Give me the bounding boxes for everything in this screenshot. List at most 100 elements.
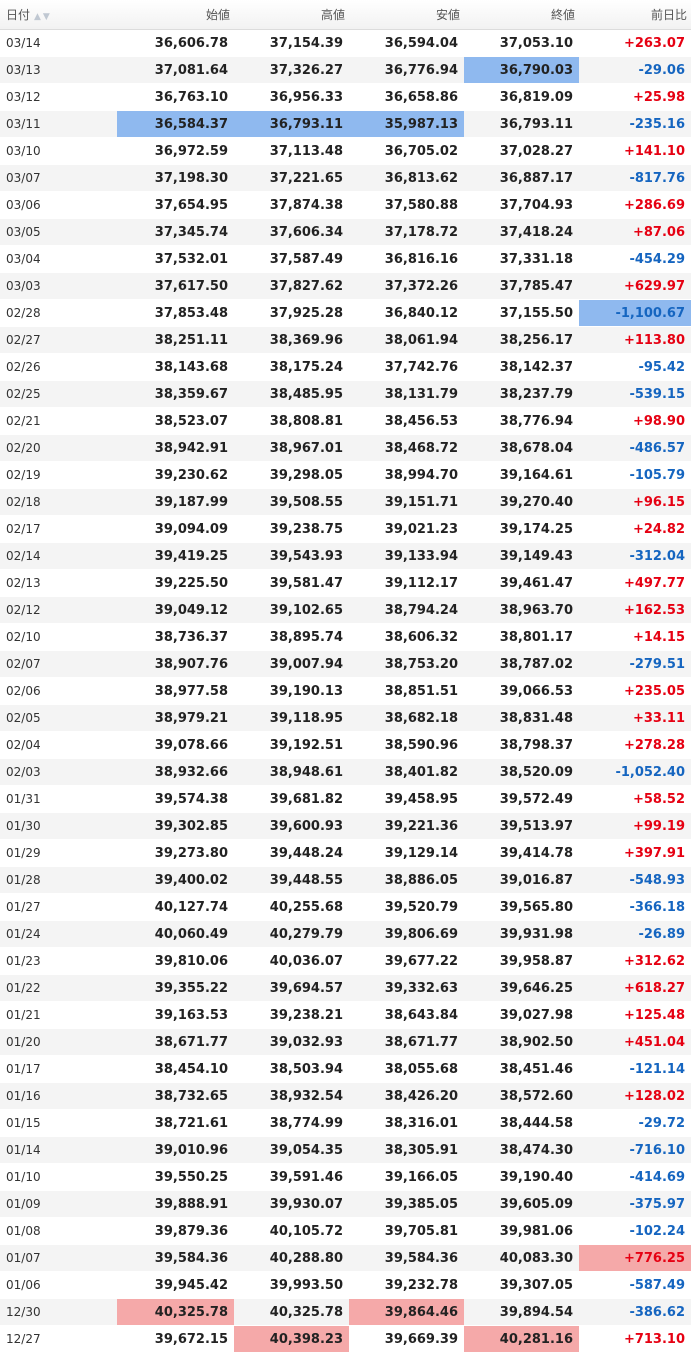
cell-low: 38,851.51 — [349, 677, 464, 705]
cell-open: 37,617.50 — [117, 272, 234, 300]
sort-arrows-icon[interactable]: ▲▼ — [34, 12, 52, 22]
cell-date: 12/27 — [0, 1325, 117, 1353]
cell-change: +312.62 — [579, 947, 691, 975]
cell-date: 02/28 — [0, 299, 117, 327]
cell-high: 38,485.95 — [234, 380, 349, 408]
table-row: 01/08 39,879.36 40,105.72 39,705.81 39,981.0… — [0, 1217, 691, 1245]
cell-date: 01/21 — [0, 1001, 117, 1029]
cell-close: 36,819.09 — [464, 83, 579, 111]
cell-open: 39,400.02 — [117, 866, 234, 894]
cell-low: 36,776.94 — [349, 56, 464, 84]
column-header-open[interactable]: 始値 — [117, 0, 234, 30]
cell-low: 39,129.14 — [349, 839, 464, 867]
cell-open: 37,853.48 — [117, 299, 234, 327]
table-row: 01/06 39,945.42 39,993.50 39,232.78 39,307.0… — [0, 1271, 691, 1299]
cell-open: 40,325.78 — [117, 1298, 234, 1326]
cell-low: 36,813.62 — [349, 164, 464, 192]
column-header-high[interactable]: 高値 — [234, 0, 349, 30]
cell-low: 38,426.20 — [349, 1082, 464, 1110]
cell-open: 38,251.11 — [117, 326, 234, 354]
cell-high: 36,793.11 — [234, 110, 349, 138]
cell-high: 39,298.05 — [234, 461, 349, 489]
cell-close: 38,776.94 — [464, 407, 579, 435]
table-row: 02/10 38,736.37 38,895.74 38,606.32 38,801.1… — [0, 623, 691, 651]
table-row: 03/05 37,345.74 37,606.34 37,178.72 37,418.2… — [0, 218, 691, 246]
column-header-change[interactable]: 前日比 — [579, 0, 691, 30]
cell-low: 39,133.94 — [349, 542, 464, 570]
cell-close: 37,785.47 — [464, 272, 579, 300]
cell-change: -375.97 — [579, 1190, 691, 1218]
cell-low: 39,806.69 — [349, 920, 464, 948]
cell-open: 39,419.25 — [117, 542, 234, 570]
cell-open: 40,060.49 — [117, 920, 234, 948]
cell-high: 37,925.28 — [234, 299, 349, 327]
cell-low: 35,987.13 — [349, 110, 464, 138]
cell-close: 38,520.09 — [464, 758, 579, 786]
cell-high: 38,774.99 — [234, 1109, 349, 1137]
column-header-low[interactable]: 安値 — [349, 0, 464, 30]
cell-low: 38,994.70 — [349, 461, 464, 489]
price-history-table: 日付 ▲▼ 始値 高値 安値 終値 前日比 03/14 36,606.78 37,15… — [0, 0, 691, 1353]
cell-low: 38,753.20 — [349, 650, 464, 678]
table-row: 01/28 39,400.02 39,448.55 38,886.05 39,016.8… — [0, 866, 691, 894]
cell-high: 37,606.34 — [234, 218, 349, 246]
cell-low: 38,131.79 — [349, 380, 464, 408]
cell-high: 39,054.35 — [234, 1136, 349, 1164]
cell-change: -366.18 — [579, 893, 691, 921]
table-row: 01/10 39,550.25 39,591.46 39,166.05 39,190.4… — [0, 1163, 691, 1191]
cell-change: +113.80 — [579, 326, 691, 354]
cell-low: 39,705.81 — [349, 1217, 464, 1245]
table-row: 02/27 38,251.11 38,369.96 38,061.94 38,256.1… — [0, 326, 691, 354]
cell-close: 39,270.40 — [464, 488, 579, 516]
cell-date: 02/26 — [0, 353, 117, 381]
cell-high: 38,895.74 — [234, 623, 349, 651]
cell-open: 39,945.42 — [117, 1271, 234, 1299]
cell-close: 37,418.24 — [464, 218, 579, 246]
cell-low: 38,606.32 — [349, 623, 464, 651]
table-row: 02/05 38,979.21 39,118.95 38,682.18 38,831.4… — [0, 704, 691, 732]
cell-change: +14.15 — [579, 623, 691, 651]
cell-close: 38,474.30 — [464, 1136, 579, 1164]
cell-high: 36,956.33 — [234, 83, 349, 111]
cell-open: 38,977.58 — [117, 677, 234, 705]
cell-change: -29.06 — [579, 56, 691, 84]
cell-close: 37,028.27 — [464, 137, 579, 165]
cell-open: 39,810.06 — [117, 947, 234, 975]
cell-open: 38,454.10 — [117, 1055, 234, 1083]
cell-open: 37,345.74 — [117, 218, 234, 246]
cell-change: +397.91 — [579, 839, 691, 867]
cell-date: 01/09 — [0, 1190, 117, 1218]
cell-open: 37,081.64 — [117, 56, 234, 84]
cell-change: +99.19 — [579, 812, 691, 840]
column-header-date[interactable]: 日付 ▲▼ — [0, 0, 117, 30]
cell-change: +713.10 — [579, 1325, 691, 1353]
cell-high: 37,587.49 — [234, 245, 349, 273]
table-row: 01/31 39,574.38 39,681.82 39,458.95 39,572.4… — [0, 785, 691, 813]
cell-low: 39,520.79 — [349, 893, 464, 921]
cell-change: -95.42 — [579, 353, 691, 381]
cell-high: 40,398.23 — [234, 1325, 349, 1353]
cell-low: 39,669.39 — [349, 1325, 464, 1353]
table-row: 12/27 39,672.15 40,398.23 39,669.39 40,281.1… — [0, 1325, 691, 1353]
cell-low: 39,385.05 — [349, 1190, 464, 1218]
cell-high: 38,369.96 — [234, 326, 349, 354]
cell-close: 37,704.93 — [464, 191, 579, 219]
table-row: 03/07 37,198.30 37,221.65 36,813.62 36,887.1… — [0, 164, 691, 192]
cell-change: -548.93 — [579, 866, 691, 894]
cell-high: 39,032.93 — [234, 1028, 349, 1056]
cell-date: 02/20 — [0, 434, 117, 462]
table-row: 01/14 39,010.96 39,054.35 38,305.91 38,474.3… — [0, 1136, 691, 1164]
cell-change: +87.06 — [579, 218, 691, 246]
column-header-close[interactable]: 終値 — [464, 0, 579, 30]
cell-low: 39,112.17 — [349, 569, 464, 597]
table-row: 02/13 39,225.50 39,581.47 39,112.17 39,461.4… — [0, 569, 691, 597]
cell-low: 39,332.63 — [349, 974, 464, 1002]
table-row: 02/12 39,049.12 39,102.65 38,794.24 38,963.7… — [0, 596, 691, 624]
cell-low: 36,705.02 — [349, 137, 464, 165]
cell-low: 38,794.24 — [349, 596, 464, 624]
cell-open: 39,273.80 — [117, 839, 234, 867]
table-row: 01/22 39,355.22 39,694.57 39,332.63 39,646.2… — [0, 974, 691, 1002]
cell-low: 37,742.76 — [349, 353, 464, 381]
cell-open: 36,606.78 — [117, 29, 234, 57]
table-row: 02/17 39,094.09 39,238.75 39,021.23 39,174.2… — [0, 515, 691, 543]
